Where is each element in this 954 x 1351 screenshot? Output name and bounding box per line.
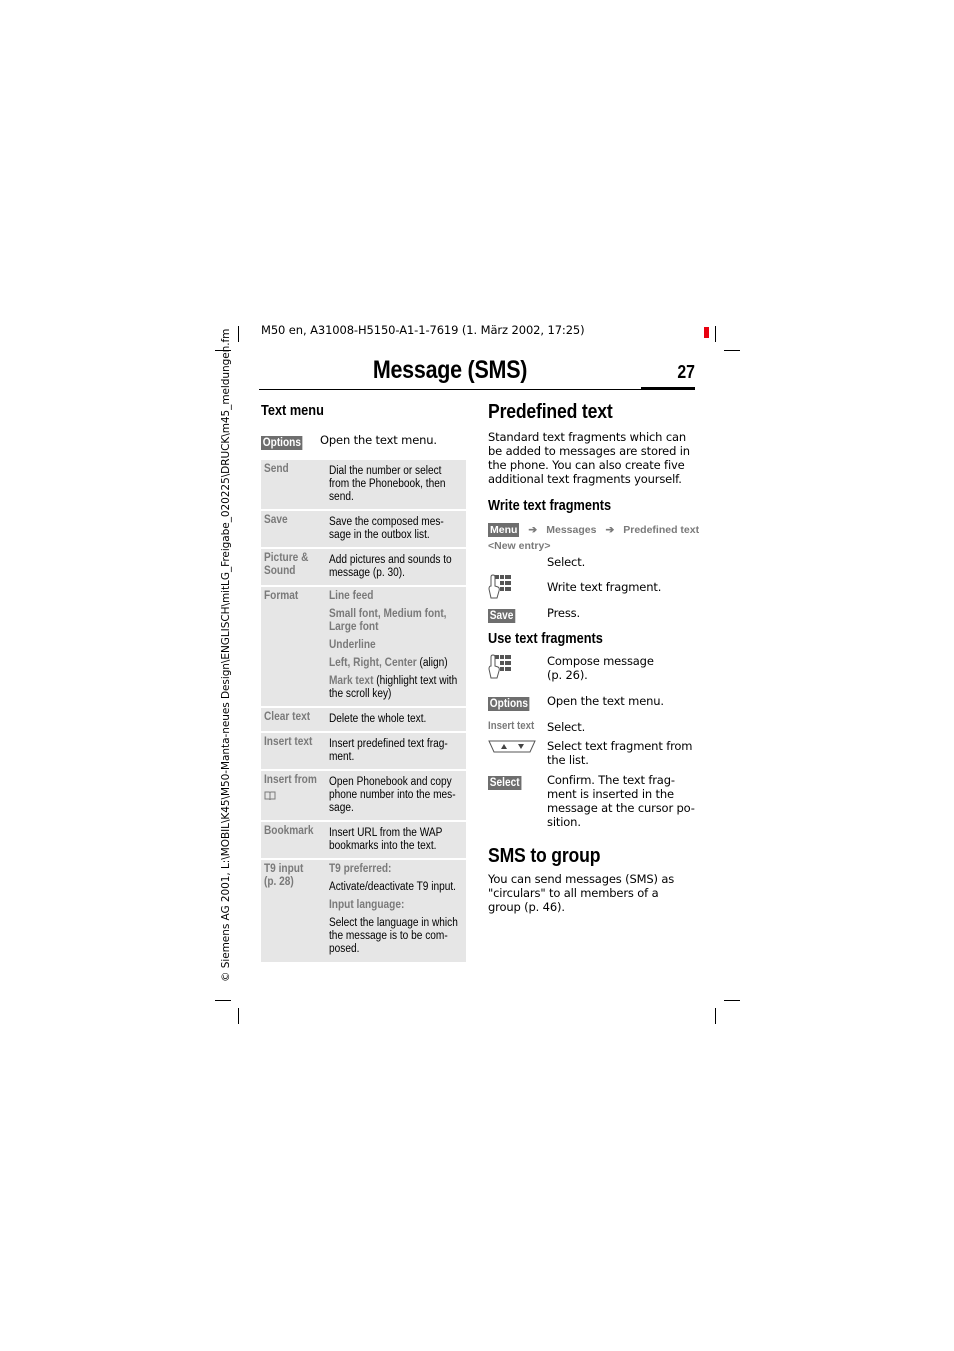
row-description: Dial the number or select from the Phone… bbox=[329, 465, 446, 503]
row-label: Save bbox=[264, 514, 288, 526]
page-number: 27 bbox=[677, 362, 695, 382]
navigation-key-icon[interactable] bbox=[488, 740, 536, 759]
keypad-icon bbox=[488, 654, 512, 685]
options-desc-2: Open the text menu. bbox=[547, 694, 664, 708]
crop-mark bbox=[238, 326, 239, 342]
row-description: Insert predefined text frag-ment. bbox=[329, 738, 448, 763]
color-registration-mark bbox=[704, 327, 709, 338]
text-menu-heading: Text menu bbox=[261, 403, 324, 419]
save-desc: Press. bbox=[547, 606, 581, 620]
row-description: Insert URL from the WAP bookmarks into t… bbox=[329, 827, 443, 852]
row-description: Add pictures and sounds to message (p. 3… bbox=[329, 554, 452, 579]
options-key-2[interactable]: Options bbox=[488, 694, 535, 712]
path-arrow: ➔ bbox=[605, 524, 615, 536]
t9-option-desc: Select the language in which the message… bbox=[329, 917, 458, 955]
new-entry-item[interactable]: <New entry> bbox=[488, 540, 550, 552]
row-label-ref: (p. 28) bbox=[264, 876, 294, 888]
table-row: Picture & Sound Add pictures and sounds … bbox=[261, 549, 466, 585]
menu-path: Menu ➔ Messages ➔ Predefined text bbox=[488, 523, 699, 537]
path-step-predefined-text[interactable]: Predefined text bbox=[623, 524, 699, 536]
page-number-rule bbox=[641, 387, 695, 390]
table-row: Insert from Open Phonebook and copy phon… bbox=[261, 771, 466, 820]
row-label: Format bbox=[264, 590, 299, 602]
format-option: Small font, Medium font, Large font bbox=[329, 608, 447, 633]
phonebook-icon bbox=[264, 788, 329, 806]
table-row: Send Dial the number or select from the … bbox=[261, 460, 466, 509]
row-label: Clear text bbox=[264, 711, 311, 723]
side-file-path: © Siemens AG 2001, L:\MOBIL\K45\M50-Mant… bbox=[220, 328, 232, 982]
save-key-label: Save bbox=[488, 609, 516, 623]
new-entry-desc: Select. bbox=[547, 555, 586, 569]
row-label: Send bbox=[264, 463, 289, 475]
crop-mark bbox=[715, 326, 716, 342]
text-menu-table: Send Dial the number or select from the … bbox=[261, 460, 466, 964]
page-title: Message (SMS) bbox=[372, 356, 528, 384]
keypad-icon bbox=[488, 574, 512, 605]
crop-mark bbox=[724, 1000, 740, 1001]
crop-mark bbox=[238, 1008, 239, 1024]
title-rule bbox=[259, 389, 695, 390]
insert-text-item[interactable]: Insert text bbox=[488, 720, 534, 733]
sms-group-heading: SMS to group bbox=[488, 845, 601, 867]
keypad-compose-desc: Compose message (p. 26). bbox=[547, 654, 654, 682]
crop-mark bbox=[724, 350, 740, 351]
t9-option: T9 preferred: bbox=[329, 863, 392, 875]
predefined-text-heading: Predefined text bbox=[488, 401, 613, 423]
table-row: Bookmark Insert URL from the WAP bookmar… bbox=[261, 822, 466, 858]
options-key[interactable]: Options bbox=[261, 433, 308, 451]
table-row: Insert text Insert predefined text frag-… bbox=[261, 733, 466, 769]
use-fragments-heading: Use text fragments bbox=[488, 631, 603, 647]
t9-option-desc: Activate/deactivate T9 input. bbox=[329, 881, 456, 893]
table-row: Save Save the composed mes-sage in the o… bbox=[261, 511, 466, 547]
row-label: Insert text bbox=[264, 736, 313, 748]
print-header: M50 en, A31008-H5150-A1-1-7619 (1. März … bbox=[261, 323, 585, 337]
row-description: Delete the whole text. bbox=[329, 713, 427, 725]
keypad-write-desc: Write text fragment. bbox=[547, 580, 662, 594]
row-label: Bookmark bbox=[264, 825, 314, 837]
sms-group-text: You can send messages (SMS) as "circular… bbox=[488, 872, 675, 914]
row-label: Insert from bbox=[264, 774, 317, 786]
format-option: Mark text bbox=[329, 675, 374, 687]
table-row: Format Line feed Small font, Medium font… bbox=[261, 587, 466, 706]
select-key-label: Select bbox=[488, 776, 522, 790]
predefined-text-intro: Standard text fragments which can be add… bbox=[488, 430, 690, 486]
format-option: Left, Right, Center bbox=[329, 657, 417, 669]
path-arrow: ➔ bbox=[528, 524, 538, 536]
format-option: Line feed bbox=[329, 590, 374, 602]
table-row: Clear text Delete the whole text. bbox=[261, 708, 466, 731]
write-fragments-heading: Write text fragments bbox=[488, 498, 612, 514]
row-label: Picture & Sound bbox=[264, 552, 309, 577]
path-step-messages[interactable]: Messages bbox=[546, 524, 596, 536]
options-key-label: Options bbox=[488, 697, 530, 711]
insert-text-desc: Select. bbox=[547, 720, 586, 734]
crop-mark bbox=[715, 1008, 716, 1024]
options-description: Open the text menu. bbox=[320, 433, 437, 447]
save-key[interactable]: Save bbox=[488, 606, 519, 624]
select-desc: Confirm. The text frag-ment is inserted … bbox=[547, 773, 695, 829]
row-description: Save the composed mes-sage in the outbox… bbox=[329, 516, 444, 541]
select-key[interactable]: Select bbox=[488, 773, 526, 791]
crop-mark bbox=[215, 1000, 231, 1001]
row-label: T9 input bbox=[264, 863, 304, 875]
nav-desc: Select text fragment from the list. bbox=[547, 739, 693, 767]
format-option-note: (align) bbox=[416, 657, 448, 669]
format-option: Underline bbox=[329, 639, 376, 651]
t9-option: Input language: bbox=[329, 899, 405, 911]
menu-key[interactable]: Menu bbox=[488, 523, 520, 537]
table-row: T9 input (p. 28) T9 preferred: Activate/… bbox=[261, 860, 466, 962]
row-description: Open Phonebook and copy phone number int… bbox=[329, 776, 456, 814]
options-key-label: Options bbox=[261, 436, 303, 450]
